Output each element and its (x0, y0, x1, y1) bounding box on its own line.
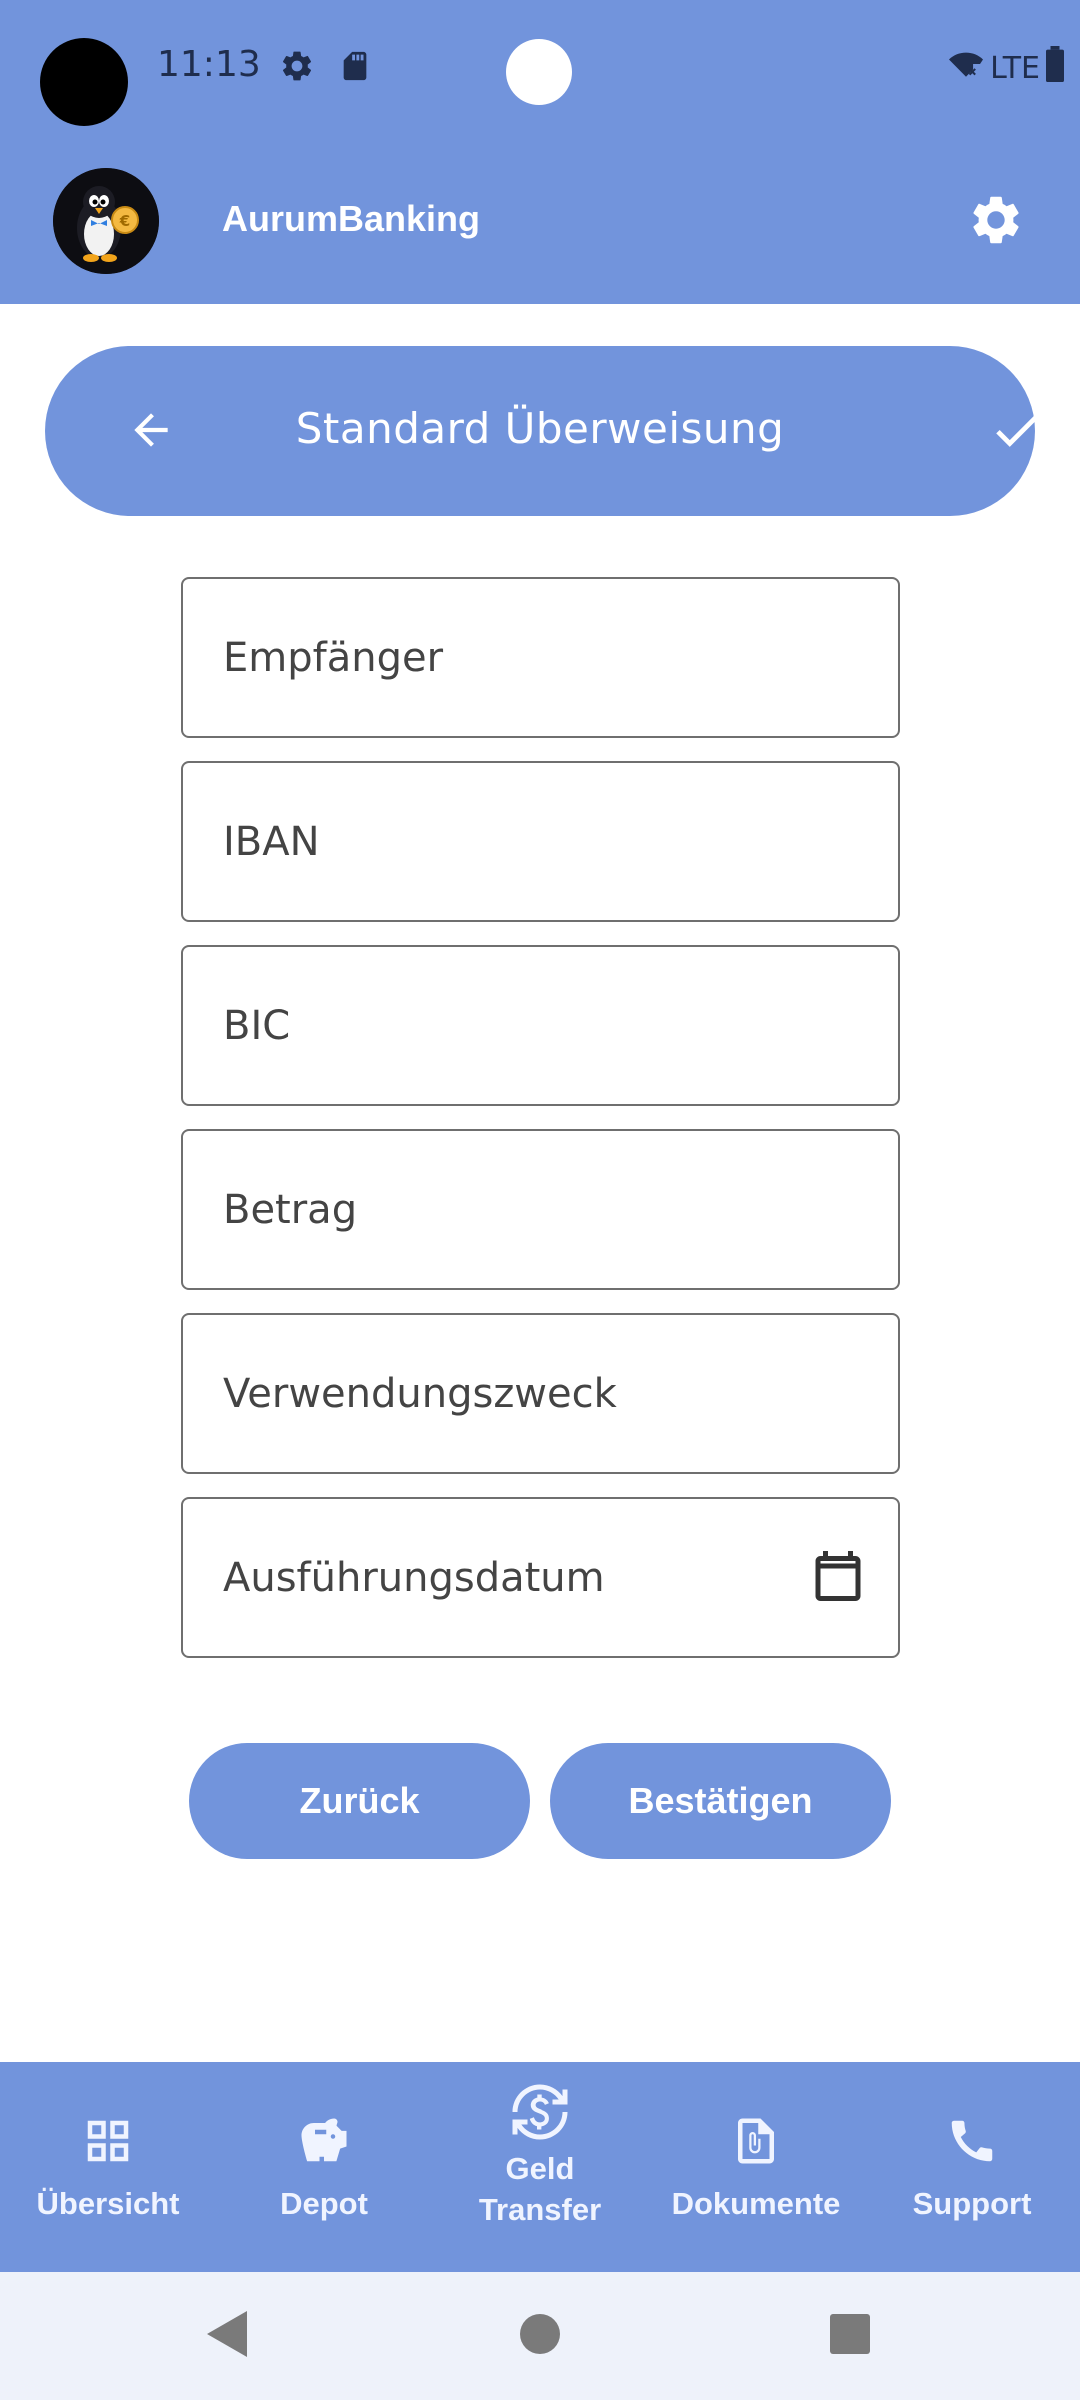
action-buttons: Zurück Bestätigen (189, 1743, 891, 1859)
confirm-check-button[interactable] (981, 396, 1053, 468)
triangle-back-icon (203, 2309, 249, 2364)
back-button[interactable]: Zurück (189, 1743, 530, 1859)
system-back-button[interactable] (194, 2304, 258, 2368)
status-time: 11:13 (157, 44, 261, 85)
nav-item-depot[interactable]: Depot (216, 2062, 432, 2272)
camera-cutout (40, 38, 128, 126)
nav-label-documents: Dokumente (671, 2185, 841, 2221)
transfer-form (181, 577, 900, 1681)
settings-status-icon (279, 48, 315, 89)
grid-icon (78, 2111, 138, 2171)
network-type: LTE (990, 50, 1040, 86)
nav-label-overview: Übersicht (36, 2185, 180, 2221)
status-bar: 11:13 LTE (0, 0, 1080, 140)
paperclip-document-icon (726, 2111, 786, 2171)
battery-icon (1044, 46, 1066, 90)
nav-label-depot: Depot (280, 2185, 368, 2221)
app-bar: € AurumBanking (0, 140, 1080, 304)
bic-input[interactable] (183, 947, 898, 1104)
confirm-button[interactable]: Bestätigen (550, 1743, 891, 1859)
execution-date-field (181, 1497, 900, 1658)
nav-item-money-transfer[interactable]: Geld Transfer (432, 2062, 648, 2272)
sd-card-icon (338, 48, 372, 89)
gear-icon (967, 191, 1025, 254)
recipient-input[interactable] (183, 579, 898, 736)
front-sensor (506, 39, 572, 105)
wifi-off-icon (946, 47, 986, 89)
bottom-navigation: Übersicht Depot Geld Transfer Dokumente … (0, 2062, 1080, 2272)
iban-input[interactable] (183, 763, 898, 920)
amount-field (181, 1129, 900, 1290)
svg-text:€: € (119, 212, 130, 230)
bic-field (181, 945, 900, 1106)
phone-icon (942, 2111, 1002, 2171)
check-icon (988, 401, 1046, 464)
date-picker-button[interactable] (808, 1547, 868, 1609)
status-right-group: LTE (946, 46, 1066, 90)
nav-item-documents[interactable]: Dokumente (648, 2062, 864, 2272)
system-home-button[interactable] (508, 2304, 572, 2368)
settings-button[interactable] (964, 190, 1028, 254)
iban-field (181, 761, 900, 922)
currency-exchange-icon (510, 2082, 570, 2142)
screen-header: Standard Überweisung (45, 346, 1039, 516)
purpose-field (181, 1313, 900, 1474)
nav-item-overview[interactable]: Übersicht (0, 2062, 216, 2272)
system-recents-button[interactable] (818, 2304, 882, 2368)
recipient-field (181, 577, 900, 738)
purpose-input[interactable] (183, 1315, 898, 1472)
square-recents-icon (829, 2313, 871, 2360)
nav-item-support[interactable]: Support (864, 2062, 1080, 2272)
system-navigation-bar (0, 2272, 1080, 2400)
circle-home-icon (518, 2312, 562, 2361)
amount-input[interactable] (183, 1131, 898, 1288)
penguin-avatar-logo[interactable]: € (53, 168, 159, 274)
nav-label-money-transfer: Geld Transfer (478, 2151, 602, 2227)
calendar-icon (808, 1545, 868, 1612)
piggy-bank-icon (294, 2111, 354, 2171)
execution-date-input[interactable] (183, 1499, 898, 1656)
app-title: AurumBanking (222, 198, 481, 239)
screen-title: Standard Überweisung (295, 404, 785, 453)
nav-label-support: Support (912, 2185, 1032, 2221)
